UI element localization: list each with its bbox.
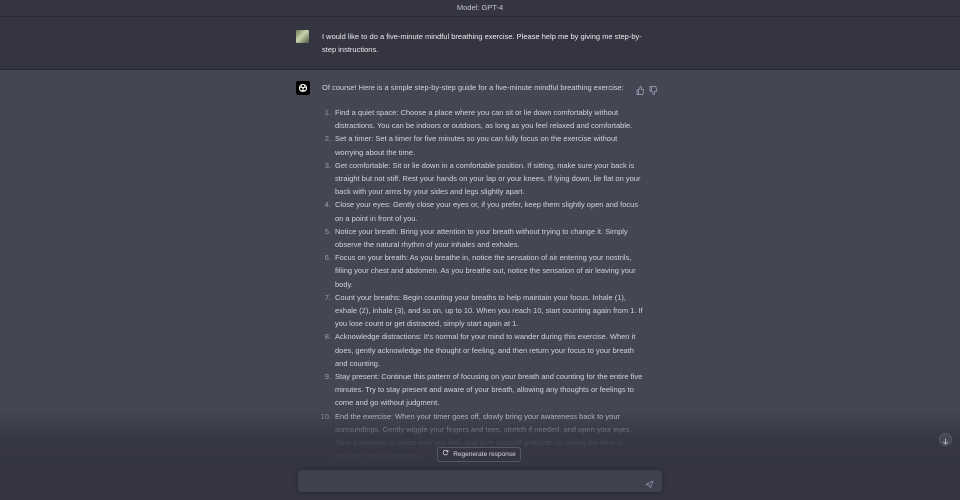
message-input[interactable] [306, 473, 640, 491]
model-header: Model: GPT-4 [0, 0, 960, 17]
arrow-down-icon [940, 434, 951, 451]
composer-area [0, 463, 960, 500]
message-input-box [298, 470, 662, 492]
list-item: 1. Find a quiet space: Choose a place whe… [304, 106, 644, 132]
user-avatar [296, 30, 309, 43]
step-text: Get comfortable: Sit or lie down in a co… [335, 160, 641, 197]
thumbs-up-icon[interactable] [636, 82, 645, 95]
step-number: 4. [324, 200, 331, 210]
list-item: 6. Focus on your breath: As you breathe i… [304, 251, 644, 291]
list-item: 4. Close your eyes: Gently close your eye… [304, 198, 644, 224]
step-text: Focus on your breath: As you breathe in,… [335, 253, 636, 289]
assistant-message-row: Of course! Here is a simple step-by-step… [0, 70, 960, 470]
step-number: 1. [324, 108, 331, 117]
list-item: 9. Stay present: Continue this pattern of… [304, 370, 644, 410]
step-text: Set a timer: Set a timer for five minute… [335, 134, 618, 157]
steps-list: 1. Find a quiet space: Choose a place whe… [304, 106, 644, 462]
step-number: 9. [324, 372, 331, 382]
feedback-buttons [636, 82, 658, 95]
thumbs-down-icon[interactable] [649, 82, 658, 95]
user-message-row: I would like to do a five-minute mindful… [0, 17, 960, 70]
send-icon[interactable] [645, 476, 654, 489]
step-text: Acknowledge distractions: It's normal fo… [335, 332, 636, 368]
step-number: 2. [324, 134, 331, 144]
step-number: 6. [324, 253, 331, 263]
step-text: Find a quiet space: Choose a place where… [335, 108, 633, 131]
user-message-text: I would like to do a five-minute mindful… [322, 32, 642, 54]
step-number: 10. [320, 411, 331, 421]
list-item: 5. Notice your breath: Bring your attenti… [304, 225, 644, 251]
list-item: 8. Acknowledge distractions: It's normal … [304, 330, 644, 370]
step-text: Count your breaths: Begin counting your … [335, 292, 643, 329]
regenerate-label: Regenerate response [453, 451, 516, 458]
assistant-intro: Of course! Here is a simple step-by-step… [322, 83, 624, 92]
scroll-to-bottom-button[interactable] [939, 433, 952, 446]
list-item: 2. Set a timer: Set a timer for five minu… [304, 132, 644, 158]
step-number: 7. [324, 292, 331, 302]
step-text: Close your eyes: Gently close your eyes … [335, 200, 639, 223]
step-text: Stay present: Continue this pattern of f… [335, 372, 643, 408]
refresh-icon [442, 447, 449, 462]
step-number: 3. [324, 160, 331, 170]
step-number: 5. [324, 226, 331, 236]
model-label: Model: GPT-4 [456, 3, 504, 12]
step-number: 8. [324, 332, 331, 342]
openai-logo-icon [296, 81, 310, 95]
list-item: 7. Count your breaths: Begin counting you… [304, 291, 644, 331]
list-item: 3. Get comfortable: Sit or lie down in a … [304, 159, 644, 199]
regenerate-response-button[interactable]: Regenerate response [437, 447, 521, 462]
step-text: Notice your breath: Bring your attention… [335, 226, 628, 250]
